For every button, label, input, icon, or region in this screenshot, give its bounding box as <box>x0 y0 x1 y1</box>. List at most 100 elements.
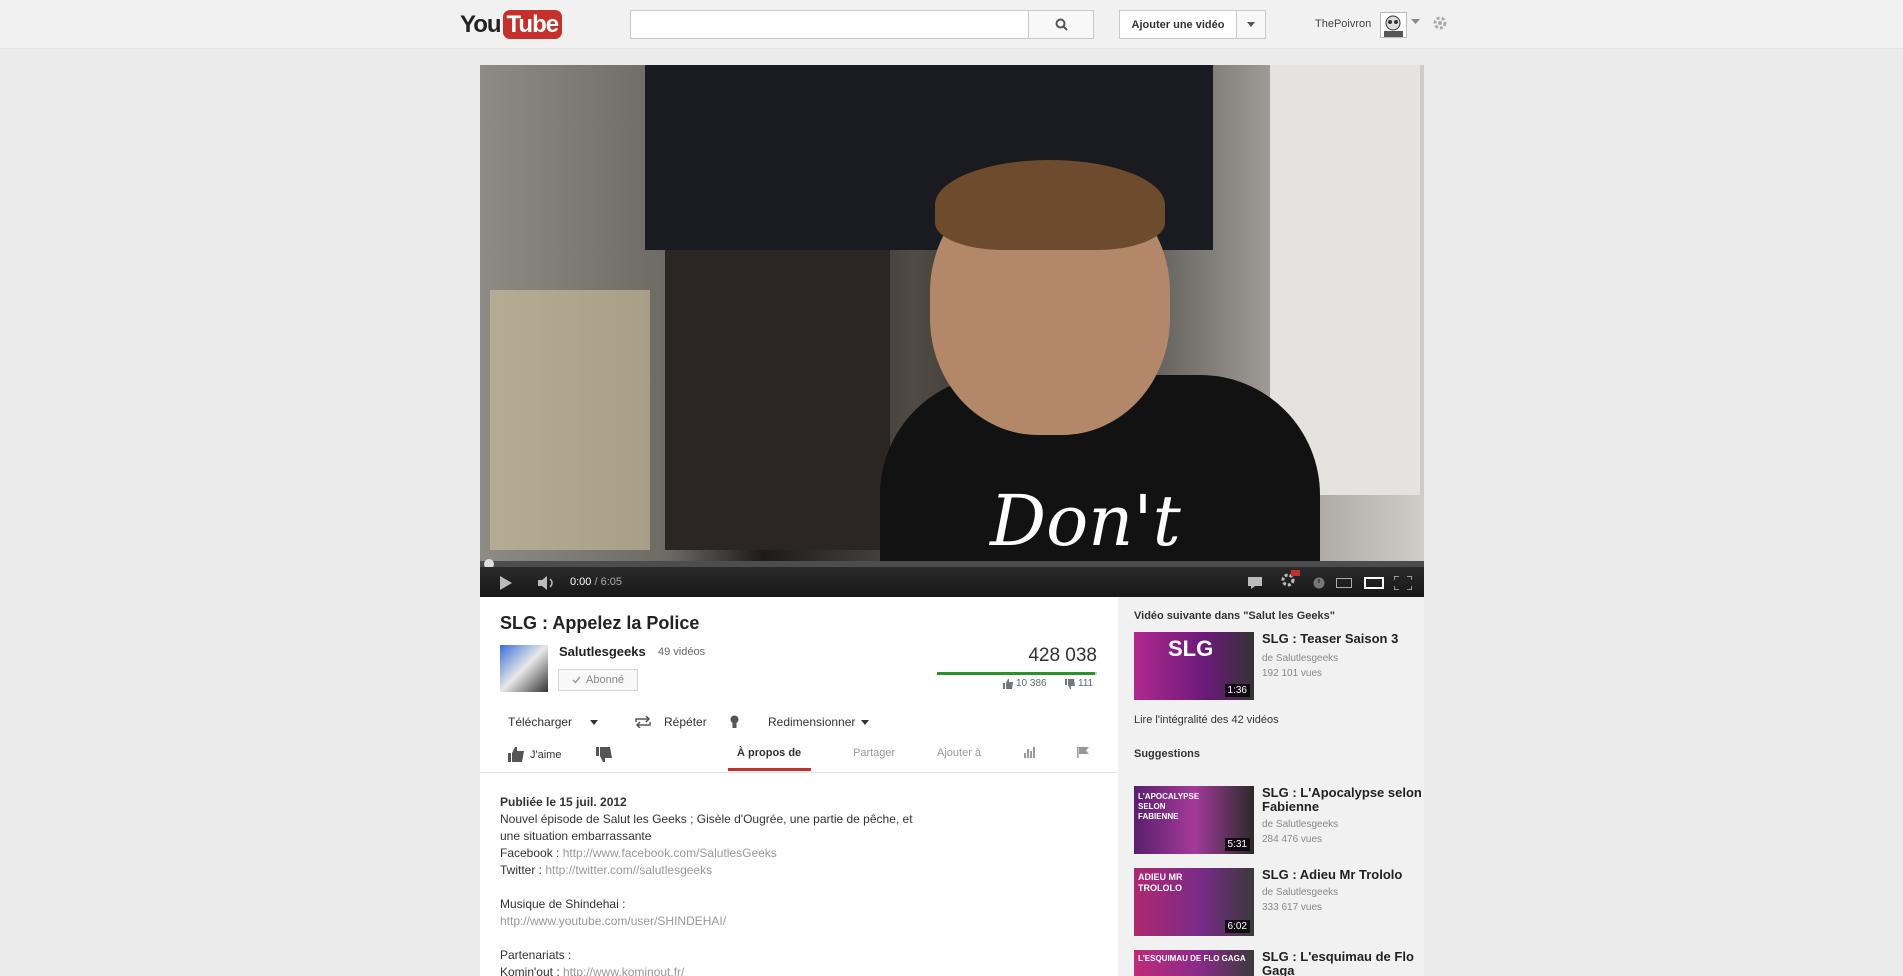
chevron-down-icon <box>861 719 870 725</box>
resize-label: Redimensionner <box>768 715 856 729</box>
view-count: 428 038 <box>1028 645 1097 666</box>
playlist-link[interactable]: Lire l'intégralité des 42 vidéos <box>1134 714 1279 726</box>
play-button[interactable] <box>500 576 512 590</box>
video-title[interactable]: SLG : Teaser Saison 3 <box>1262 632 1422 646</box>
chevron-down-icon[interactable] <box>1411 19 1420 24</box>
action-tabs: J'aime À propos de Partager Ajouter à <box>480 740 1118 773</box>
flag-icon <box>1077 747 1089 758</box>
small-player-button[interactable] <box>1336 576 1352 590</box>
video-thumbnail[interactable]: L'ESQUIMAU DE FLO GAGA <box>1134 950 1254 976</box>
play-icon <box>500 576 512 590</box>
upload-dropdown-button[interactable] <box>1236 10 1266 39</box>
fullscreen-button[interactable] <box>1394 576 1412 590</box>
suggestion-item[interactable]: ADIEU MR TROLOLO 6:02 SLG : Adieu Mr Tro… <box>1134 868 1424 938</box>
volume-button[interactable] <box>538 576 556 590</box>
upload-button[interactable]: Ajouter une vidéo <box>1119 10 1237 39</box>
suggestion-item[interactable]: L'APOCALYPSE SELON FABIENNE 5:31 SLG : L… <box>1134 786 1424 856</box>
search-button[interactable] <box>1028 10 1094 39</box>
watch-later-button[interactable] <box>1313 576 1325 590</box>
repeat-label: Répéter <box>664 715 707 729</box>
fullscreen-icon <box>1394 576 1412 590</box>
video-title[interactable]: SLG : L'esquimau de Flo Gaga <box>1262 950 1422 976</box>
thumbnail-text: ADIEU MR TROLOLO <box>1138 872 1183 893</box>
dislike-button[interactable] <box>596 747 612 765</box>
next-video-item[interactable]: SLG 1:36 SLG : Teaser Saison 3 de Salutl… <box>1134 632 1424 702</box>
channel-video-count[interactable]: 49 vidéos <box>658 646 705 658</box>
download-label: Télécharger <box>508 715 573 729</box>
duration-badge: 6:02 <box>1224 920 1250 933</box>
tab-add-to[interactable]: Ajouter à <box>937 747 981 759</box>
duration: 6:05 <box>600 576 623 588</box>
tab-stats[interactable] <box>1024 747 1036 761</box>
large-player-button[interactable] <box>1364 576 1384 590</box>
username[interactable]: ThePoivron <box>1315 18 1371 30</box>
avatar-image <box>1384 15 1403 37</box>
tab-report[interactable] <box>1077 747 1089 761</box>
tab-share[interactable]: Partager <box>853 747 895 759</box>
kominout-link[interactable]: http://www.kominout.fr/ <box>563 965 684 976</box>
channel-avatar[interactable] <box>500 645 548 692</box>
video-overlay-text: Don't <box>990 480 1181 562</box>
captions-button[interactable] <box>1248 576 1262 590</box>
stats-icon <box>1024 747 1035 758</box>
like-count-value: 10 386 <box>1016 678 1047 689</box>
video-frame[interactable]: Don't <box>480 65 1424 562</box>
subscribe-button[interactable]: Abonné <box>558 669 638 691</box>
avatar[interactable] <box>1380 12 1407 38</box>
repeat-icon <box>635 716 651 728</box>
resize-button[interactable]: Redimensionner <box>768 715 870 729</box>
dislike-count-value: 111 <box>1078 678 1094 689</box>
player-controls: 0:00 / 6:05 <box>480 567 1424 597</box>
video-channel: de Salutlesgeeks <box>1262 887 1339 898</box>
twitter-link[interactable]: http://twitter.com//salutlesgeeks <box>545 863 712 877</box>
thumbs-up-icon <box>1003 678 1013 689</box>
video-title: SLG : Appelez la Police <box>500 613 700 633</box>
subscribe-label: Abonné <box>586 674 624 686</box>
dislike-count: 111 <box>1065 678 1093 689</box>
like-ratio-fill <box>937 672 1096 675</box>
masthead: You Tube Ajouter une vidéo ThePoivron <box>0 0 1903 49</box>
suggestion-item[interactable]: L'ESQUIMAU DE FLO GAGA SLG : L'esquimau … <box>1134 950 1424 976</box>
repeat-button[interactable]: Répéter <box>634 715 707 729</box>
logo-tube: Tube <box>502 10 563 39</box>
description-text: Nouvel épisode de Salut les Geeks ; Gisè… <box>500 812 913 843</box>
thumbnail-text: L'ESQUIMAU DE FLO GAGA <box>1138 954 1246 963</box>
duration-badge: 1:36 <box>1224 684 1250 697</box>
video-thumbnail[interactable]: L'APOCALYPSE SELON FABIENNE 5:31 <box>1134 786 1254 854</box>
thumbs-up-icon <box>508 747 524 762</box>
video-views: 333 617 vues <box>1262 902 1323 913</box>
download-button[interactable]: Télécharger <box>508 715 599 729</box>
search-icon <box>1055 18 1068 31</box>
thumbs-down-icon <box>1065 678 1075 689</box>
next-video-heading: Vidéo suivante dans "Salut les Geeks" <box>1134 610 1335 622</box>
volume-icon <box>538 576 553 590</box>
settings-icon <box>1281 570 1300 587</box>
gear-icon[interactable] <box>1432 15 1448 31</box>
video-channel: de Salutlesgeeks <box>1262 819 1339 830</box>
video-title[interactable]: SLG : Adieu Mr Trololo <box>1262 868 1422 882</box>
sidebar: Vidéo suivante dans "Salut les Geeks" SL… <box>1118 597 1424 976</box>
video-thumbnail[interactable]: ADIEU MR TROLOLO 6:02 <box>1134 868 1254 936</box>
kominout-label: Komin'out : <box>500 965 563 976</box>
video-views: 284 476 vues <box>1262 834 1323 845</box>
search-input[interactable] <box>630 10 1029 39</box>
watch-main: SLG : Appelez la Police Salutlesgeeks 49… <box>480 597 1118 976</box>
settings-button[interactable] <box>1280 570 1300 587</box>
lightbulb-icon <box>730 715 739 728</box>
like-count: 10 386 <box>1003 678 1047 689</box>
like-button[interactable]: J'aime <box>508 747 561 762</box>
channel-name[interactable]: Salutlesgeeks <box>559 644 646 659</box>
youtube-logo[interactable]: You Tube <box>460 10 563 39</box>
video-title[interactable]: SLG : L'Apocalypse selon Fabienne <box>1262 786 1422 814</box>
thumbnail-text: L'APOCALYPSE SELON FABIENNE <box>1138 792 1200 821</box>
video-views: 192 101 vues <box>1262 668 1323 679</box>
video-thumbnail[interactable]: SLG 1:36 <box>1134 632 1254 700</box>
lights-button[interactable] <box>730 715 739 729</box>
time-display: 0:00 / 6:05 <box>570 576 622 588</box>
tab-about[interactable]: À propos de <box>728 747 812 771</box>
facebook-link[interactable]: http://www.facebook.com/SalutlesGeeks <box>563 846 777 860</box>
thumbs-down-icon <box>596 747 612 762</box>
video-player[interactable]: Don't 0:00 / 6:05 <box>480 65 1424 597</box>
music-link[interactable]: http://www.youtube.com/user/SHINDEHAI/ <box>500 914 726 928</box>
video-description: Publiée le 15 juil. 2012 Nouvel épisode … <box>500 794 920 976</box>
